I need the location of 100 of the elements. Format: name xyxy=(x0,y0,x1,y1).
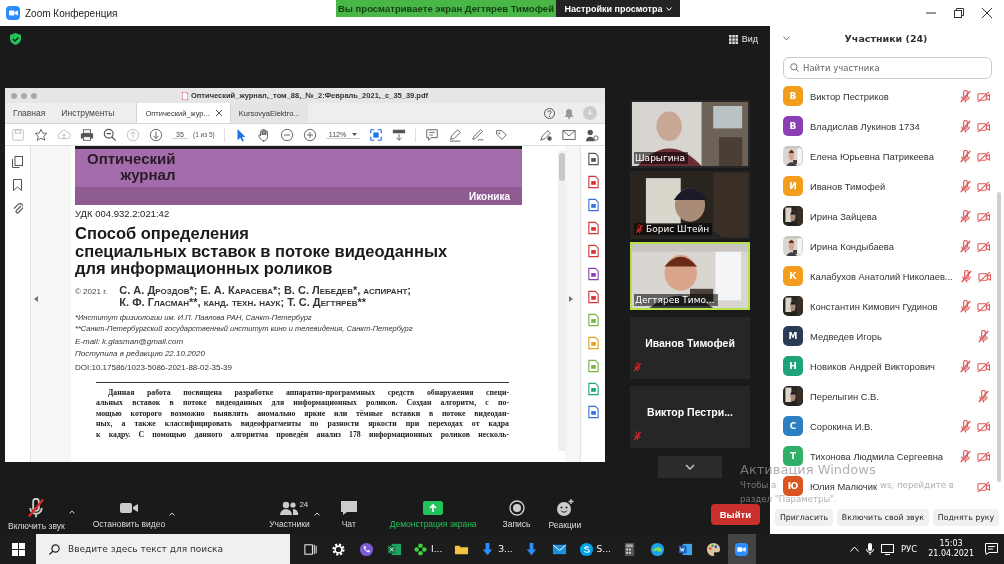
caret-up-icon xyxy=(313,512,320,516)
participant-name: Ирина Зайцева xyxy=(810,210,877,222)
chevron-down-icon[interactable] xyxy=(783,35,790,41)
fit-page-icon[interactable] xyxy=(369,127,384,142)
menu-tab[interactable]: Главная xyxy=(5,103,54,123)
scrollbar[interactable] xyxy=(997,192,1001,482)
video-call-icon xyxy=(734,541,750,557)
browser-icon xyxy=(650,541,666,557)
menu-tab[interactable]: Инструменты xyxy=(53,103,123,123)
search-field[interactable]: Найти участника xyxy=(783,57,992,79)
view-button[interactable]: Вид xyxy=(728,34,758,44)
plus-circle-icon[interactable] xyxy=(302,127,317,142)
pages-icon[interactable] xyxy=(12,156,23,168)
taskbar-button[interactable] xyxy=(727,534,756,564)
caret-icon xyxy=(665,6,672,11)
pen-icon[interactable] xyxy=(448,127,463,142)
view-options-button[interactable]: Настройки просмотра xyxy=(556,0,680,17)
pdf-file-icon xyxy=(182,91,188,100)
received-date: Поступила в редакцию 22.10.2020 xyxy=(75,348,206,358)
muted-mic-icon xyxy=(26,498,47,518)
chevron-up-icon[interactable] xyxy=(849,546,859,552)
gear-icon xyxy=(330,541,346,557)
window-title: Zoom Конференция xyxy=(25,7,118,19)
microphone-icon[interactable] xyxy=(865,543,874,555)
chevron-down-icon xyxy=(685,464,695,470)
avatar: Ю xyxy=(783,476,803,496)
email: E-mail: k.glasman@gmail.com xyxy=(75,336,185,346)
participant-name: Сорокина И.В. xyxy=(810,420,873,432)
avatar: Н xyxy=(783,356,803,376)
windows-logo-icon xyxy=(11,542,25,556)
clock-date: 21.04.2021 xyxy=(928,549,974,559)
avatar: М xyxy=(783,326,803,346)
taskbar-button[interactable]: S... xyxy=(573,534,616,564)
journal-name: Оптический журнал xyxy=(87,149,176,183)
sign-icon[interactable] xyxy=(471,127,486,142)
mail-icon[interactable] xyxy=(562,127,576,142)
sharing-banner: Вы просматриваете экран Дегтярев Тимофей xyxy=(336,0,556,17)
video-camera-icon xyxy=(118,500,139,516)
leave-button[interactable]: Выйти xyxy=(710,504,760,525)
participant-name: Дегтярев Тимо... xyxy=(635,295,715,305)
close-icon[interactable] xyxy=(215,110,222,116)
taskbar-button[interactable]: I... xyxy=(408,534,448,564)
zoom-out-icon[interactable] xyxy=(103,127,117,142)
bookmark-icon[interactable] xyxy=(13,179,22,191)
toolbar-button[interactable]: Демонстрация экрана xyxy=(385,500,481,529)
collapse-icon[interactable] xyxy=(34,296,38,302)
notification-icon[interactable] xyxy=(985,543,998,555)
participant-name: Борис Штейн xyxy=(646,224,710,234)
participant-name: Юлия Малючик xyxy=(810,480,878,492)
clock-time: 15:03 xyxy=(939,539,963,549)
down-arrow-icon[interactable] xyxy=(149,127,163,142)
participant-count: 24 xyxy=(299,500,309,509)
avatar: В xyxy=(783,116,803,136)
toolbar-button[interactable]: Чат xyxy=(335,500,362,529)
grid-icon xyxy=(728,34,738,44)
participant-name: Калабухов Анатолий Николаев... xyxy=(810,270,953,282)
journal-section: Иконика xyxy=(469,190,510,202)
people-icon xyxy=(279,500,300,516)
add-person-icon[interactable] xyxy=(585,127,599,142)
avatar: Т xyxy=(783,446,803,466)
language-indicator[interactable]: РУС xyxy=(900,544,918,554)
participant-name: Виктор Пестриков xyxy=(810,90,889,102)
participant-name: Ирина Кондыбаева xyxy=(810,240,894,252)
avatar: К xyxy=(783,266,803,286)
collapse-icon[interactable] xyxy=(569,296,573,302)
participant-name: Шарыгина xyxy=(635,153,685,163)
record-icon xyxy=(508,500,525,516)
toolbar-button[interactable]: 24 Участники xyxy=(265,500,314,529)
paperclip-icon[interactable] xyxy=(12,202,23,214)
hand-icon[interactable] xyxy=(256,127,271,142)
help-icon[interactable] xyxy=(544,107,555,119)
udc-code: УДК 004.932.2:021:42 xyxy=(75,208,171,219)
toolbar-button[interactable]: Реакции xyxy=(544,499,586,530)
zoom-logo-icon xyxy=(6,6,20,20)
chat-icon xyxy=(339,500,358,516)
toolbar-button[interactable]: Запись xyxy=(498,500,535,529)
caret-up-icon xyxy=(169,512,176,516)
panel-title: Участники (24) xyxy=(843,32,929,44)
printer-icon[interactable] xyxy=(80,127,94,142)
close-icon[interactable] xyxy=(982,8,992,18)
document-icon xyxy=(678,541,694,557)
minus-circle-icon[interactable] xyxy=(279,127,294,142)
search-icon xyxy=(790,62,799,72)
participant-name: Новиков Андрей Викторович xyxy=(810,360,935,372)
toolbar-button[interactable]: Остановить видео xyxy=(88,500,170,529)
scrollbar[interactable] xyxy=(558,151,566,451)
search-icon xyxy=(49,543,60,555)
copyright: © 2021 г. xyxy=(75,285,108,298)
activation-text: ws, перейдите в xyxy=(880,479,954,492)
taskbar-search-field[interactable]: Введите здесь текст для поиска xyxy=(36,534,290,564)
toolbar-button[interactable]: Включить звук xyxy=(4,498,69,531)
shield-icon xyxy=(10,33,21,45)
skype-icon xyxy=(578,541,594,557)
taskbar-button[interactable]: З... xyxy=(475,534,518,564)
avatar: И xyxy=(783,176,803,196)
maximize-icon[interactable] xyxy=(954,8,964,18)
participant-name: Виктор Пестри... xyxy=(646,406,734,418)
participant-name: Иванов Тимофей xyxy=(810,180,886,192)
mail-icon xyxy=(552,541,568,557)
star-icon[interactable] xyxy=(34,127,48,142)
